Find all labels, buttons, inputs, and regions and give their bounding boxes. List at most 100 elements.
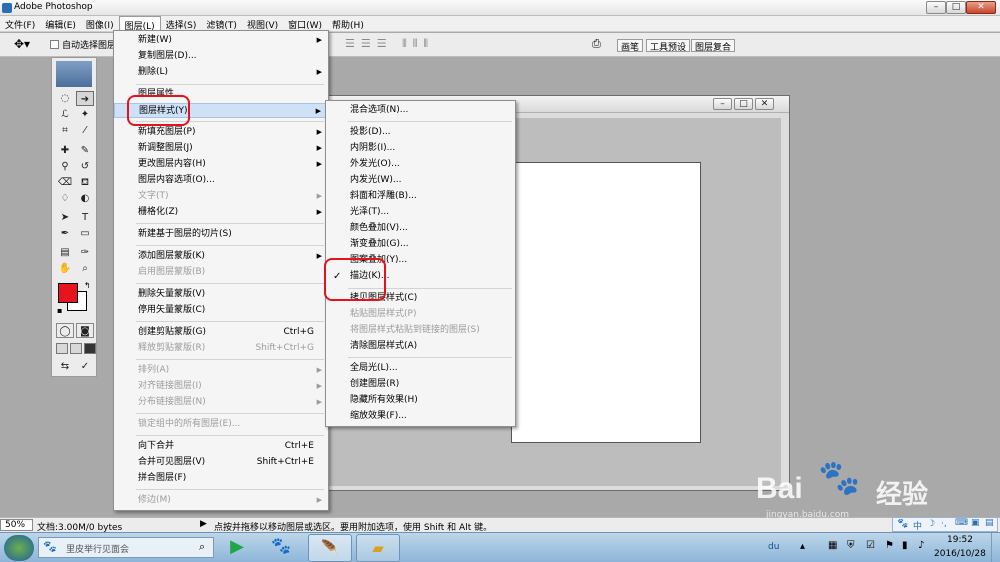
submenu-item-blending-options[interactable]: 混合选项(N)... xyxy=(326,103,515,118)
menu-item-flatten-image[interactable]: 拼合图层(F) xyxy=(114,471,328,486)
show-desktop-button[interactable] xyxy=(991,533,1000,562)
menu-item-new-adjustment-layer[interactable]: 新调整图层(J) ▶ xyxy=(114,141,328,156)
feather-logo-icon[interactable] xyxy=(56,61,92,87)
menu-item-delete-vector-mask[interactable]: 删除矢量蒙版(V) xyxy=(114,287,328,302)
menu-item-disable-vector-mask[interactable]: 停用矢量蒙版(C) xyxy=(114,303,328,318)
screen-mode-full-icon[interactable] xyxy=(84,343,96,354)
menu-item-change-layer-content[interactable]: 更改图层内容(H) ▶ xyxy=(114,157,328,172)
ime-moon-icon[interactable]: ☽ xyxy=(927,519,935,529)
menu-item-new[interactable]: 新建(W) ▶ xyxy=(114,33,328,48)
search-icon[interactable]: ⌕ xyxy=(199,540,205,554)
submenu-item-outer-glow[interactable]: 外发光(O)... xyxy=(326,157,515,172)
menu-item-new-layer-based-slice[interactable]: 新建基于图层的切片(S) xyxy=(114,227,328,242)
menu-item-new-fill-layer[interactable]: 新填充图层(P) ▶ xyxy=(114,125,328,140)
tab-brushes[interactable]: 画笔 xyxy=(617,39,644,53)
hand-tool-icon[interactable]: ✋ xyxy=(56,261,74,276)
baidu-app-icon[interactable]: 🐾 xyxy=(266,536,296,560)
menu-file[interactable]: 文件(F) xyxy=(0,16,40,31)
blur-tool-icon[interactable]: ♢ xyxy=(56,191,74,206)
screen-mode-standard-icon[interactable] xyxy=(56,343,68,354)
folder-taskbar-icon[interactable]: ▰ xyxy=(356,534,400,562)
type-tool-icon[interactable]: T xyxy=(76,210,94,225)
tray-arrow-icon[interactable]: ▴ xyxy=(800,541,805,552)
menu-item-release-clipping-mask[interactable]: 释放剪贴蒙版(R) Shift+Ctrl+G xyxy=(114,341,328,356)
brush-tool-icon[interactable]: ✎ xyxy=(76,143,94,158)
lasso-tool-icon[interactable]: ℒ xyxy=(56,107,74,122)
shape-tool-icon[interactable]: ▭ xyxy=(76,226,94,241)
menu-item-type[interactable]: 文字(T) ▶ xyxy=(114,189,328,204)
swap-colors-icon[interactable]: ↰ xyxy=(84,281,91,290)
tray-flag-icon[interactable]: ⚑ xyxy=(885,540,894,551)
submenu-item-color-overlay[interactable]: 颜色叠加(V)... xyxy=(326,221,515,236)
move-tool-icon[interactable]: ➜ xyxy=(76,91,94,106)
ime-keyboard-icon[interactable]: ⌨ xyxy=(955,518,968,528)
menu-image[interactable]: 图像(I) xyxy=(81,16,119,31)
tray-check-icon[interactable]: ☑ xyxy=(866,540,875,551)
pen-tool-icon[interactable]: ✒ xyxy=(56,226,74,241)
clock-time[interactable]: 19:52 xyxy=(947,535,973,545)
tab-layer-comps[interactable]: 图层复合 xyxy=(691,39,736,53)
marquee-tool-icon[interactable]: ◌ xyxy=(56,91,74,106)
menu-item-matting[interactable]: 修边(M) ▶ xyxy=(114,493,328,508)
clock-date[interactable]: 2016/10/28 xyxy=(934,549,986,559)
submenu-item-satin[interactable]: 光泽(T)... xyxy=(326,205,515,220)
tray-signal-icon[interactable]: ▮ xyxy=(902,540,908,551)
submenu-item-create-layer[interactable]: 创建图层(R) xyxy=(326,377,515,392)
submenu-item-hide-all-effects[interactable]: 隐藏所有效果(H) xyxy=(326,393,515,408)
menu-item-add-layer-mask[interactable]: 添加图层蒙版(K) ▶ xyxy=(114,249,328,264)
tray-du-icon[interactable]: du xyxy=(768,542,779,552)
menu-item-delete[interactable]: 删除(L) ▶ xyxy=(114,65,328,80)
ime-paw-icon[interactable]: 🐾 xyxy=(897,519,908,529)
healing-brush-icon[interactable]: ✚ xyxy=(56,143,74,158)
menu-window[interactable]: 窗口(W) xyxy=(283,16,327,31)
doc-close-button[interactable]: ✕ xyxy=(755,98,774,110)
menu-item-distribute-linked[interactable]: 分布链接图层(N) ▶ xyxy=(114,395,328,410)
crop-tool-icon[interactable]: ⌗ xyxy=(56,123,74,138)
auto-select-checkbox[interactable] xyxy=(50,40,59,49)
submenu-item-bevel-emboss[interactable]: 斜面和浮雕(B)... xyxy=(326,189,515,204)
imageready-icon[interactable]: ✓ xyxy=(76,359,94,374)
palette-well-icon[interactable]: ⎙ xyxy=(592,37,601,51)
submenu-item-paste-layer-style[interactable]: 粘贴图层样式(P) xyxy=(326,307,515,322)
eraser-tool-icon[interactable]: ⌫ xyxy=(56,175,74,190)
stamp-tool-icon[interactable]: ⚲ xyxy=(56,159,74,174)
zoom-field[interactable]: 50% xyxy=(0,519,33,531)
menu-view[interactable]: 视图(V) xyxy=(242,16,283,31)
submenu-item-clear-layer-style[interactable]: 清除图层样式(A) xyxy=(326,339,515,354)
menu-item-layer-content-options[interactable]: 图层内容选项(O)... xyxy=(114,173,328,188)
menu-item-align-linked[interactable]: 对齐链接图层(I) ▶ xyxy=(114,379,328,394)
ime-skin-icon[interactable]: ▣ xyxy=(971,518,980,528)
menu-item-arrange[interactable]: 排列(A) ▶ xyxy=(114,363,328,378)
ime-mode[interactable]: 中 xyxy=(913,519,922,532)
submenu-item-drop-shadow[interactable]: 投影(D)... xyxy=(326,125,515,140)
menu-item-enable-layer-mask[interactable]: 启用图层蒙版(B) xyxy=(114,265,328,280)
menu-item-rasterize[interactable]: 栅格化(Z) ▶ xyxy=(114,205,328,220)
status-arrow-icon[interactable]: ▶ xyxy=(200,519,207,529)
minimize-button[interactable]: – xyxy=(926,1,946,14)
media-player-icon[interactable]: ▶ xyxy=(222,536,252,560)
dodge-tool-icon[interactable]: ◐ xyxy=(76,191,94,206)
tray-volume-icon[interactable]: ♪ xyxy=(918,540,924,551)
menu-select[interactable]: 选择(S) xyxy=(161,16,202,31)
doc-maximize-button[interactable]: □ xyxy=(734,98,753,110)
ime-punct-icon[interactable]: ·, xyxy=(941,519,947,529)
zoom-tool-icon[interactable]: ⌕ xyxy=(76,261,94,276)
submenu-item-inner-glow[interactable]: 内发光(W)... xyxy=(326,173,515,188)
menu-item-merge-down[interactable]: 向下合并 Ctrl+E xyxy=(114,439,328,454)
submenu-item-gradient-overlay[interactable]: 渐变叠加(G)... xyxy=(326,237,515,252)
maximize-button[interactable]: □ xyxy=(946,1,966,14)
default-colors-icon[interactable]: ▪ xyxy=(57,306,62,315)
submenu-item-inner-shadow[interactable]: 内阴影(I)... xyxy=(326,141,515,156)
menu-edit[interactable]: 编辑(E) xyxy=(40,16,81,31)
menu-help[interactable]: 帮助(H) xyxy=(327,16,369,31)
document-canvas[interactable] xyxy=(511,162,701,443)
screen-mode-menubar-icon[interactable] xyxy=(70,343,82,354)
submenu-item-paste-to-linked[interactable]: 将图层样式粘贴到链接的图层(S) xyxy=(326,323,515,338)
eyedropper-icon[interactable]: ✑ xyxy=(76,245,94,260)
photoshop-taskbar-icon[interactable]: 🪶 xyxy=(308,534,352,562)
foreground-color-swatch[interactable] xyxy=(58,283,78,303)
align-icons[interactable]: ☰☰☰ ⫴⫴⫴ xyxy=(345,37,434,51)
jump-to-imageready-icon[interactable]: ⇆ xyxy=(56,359,74,374)
paint-bucket-icon[interactable]: ⛾ xyxy=(76,175,94,190)
submenu-item-scale-effects[interactable]: 缩放效果(F)... xyxy=(326,409,515,424)
